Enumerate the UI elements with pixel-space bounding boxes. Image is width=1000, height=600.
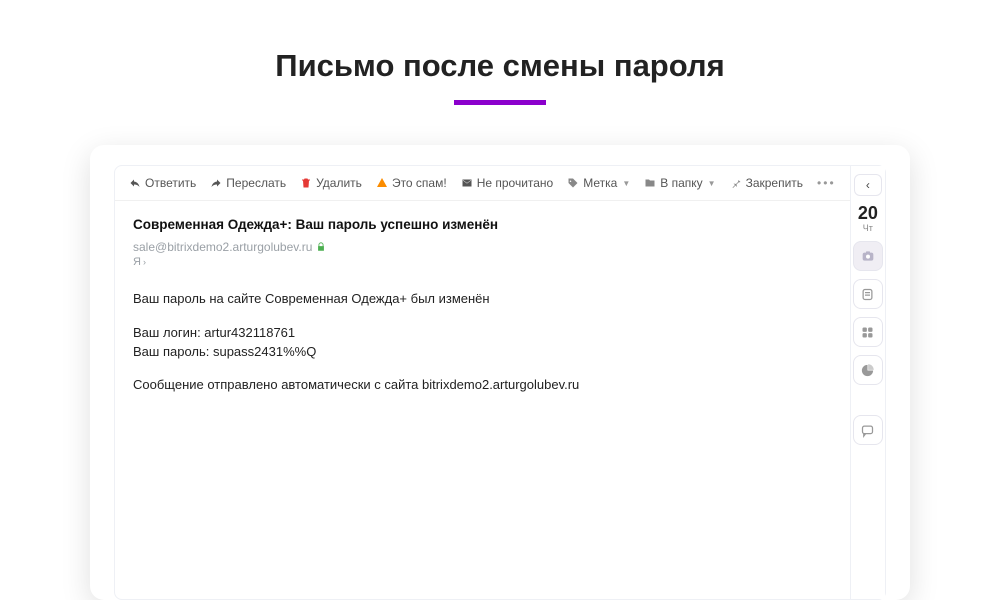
side-apps-button[interactable] [853,317,883,347]
spam-label: Это спам! [392,176,447,190]
body-footer: Сообщение отправлено автоматически с сай… [133,376,832,395]
chevron-left-icon: ‹ [866,178,870,192]
caret-icon: ▼ [622,179,630,188]
mail-body-text: Ваш пароль на сайте Современная Одежда+ … [133,290,832,395]
spam-button[interactable]: Это спам! [376,176,447,190]
delete-button[interactable]: Удалить [300,176,362,190]
screenshot-card: Ответить Переслать Удалить [90,145,910,600]
side-stats-button[interactable] [853,355,883,385]
pie-icon [860,363,875,378]
mail-window: Ответить Переслать Удалить [114,165,886,600]
caret-icon: ▼ [708,179,716,188]
body-password: Ваш пароль: supass2431%%Q [133,342,832,362]
more-button[interactable]: ••• [817,176,836,190]
body-intro: Ваш пароль на сайте Современная Одежда+ … [133,290,832,309]
right-sidebar: ‹ 20 Чт [850,166,885,599]
delete-label: Удалить [316,176,362,190]
unread-label: Не прочитано [477,176,554,190]
side-camera-button[interactable] [853,241,883,271]
mail-from: sale@bitrixdemo2.arturgolubev.ru [133,240,832,254]
lock-icon [316,242,326,252]
pin-icon [730,177,742,189]
camera-icon [860,248,876,264]
body-login: Ваш логин: artur432118761 [133,323,832,343]
collapse-button[interactable]: ‹ [854,174,882,196]
heading-underline [454,100,546,105]
forward-icon [210,177,222,189]
date-widget[interactable]: 20 Чт [858,204,878,233]
notes-icon [860,287,875,302]
label-button[interactable]: Метка ▼ [567,176,630,190]
mail-subject: Современная Одежда+: Ваш пароль успешно … [133,217,832,232]
move-label: В папку [660,176,702,190]
mail-to[interactable]: Я › [133,256,832,268]
date-day: Чт [858,224,878,233]
move-button[interactable]: В папку ▼ [644,176,715,190]
pin-button[interactable]: Закрепить [730,176,803,190]
page-title: Письмо после смены пароля [275,48,724,84]
side-notes-button[interactable] [853,279,883,309]
tag-icon [567,177,579,189]
chat-icon [860,423,875,438]
forward-button[interactable]: Переслать [210,176,286,190]
unread-button[interactable]: Не прочитано [461,176,554,190]
envelope-icon [461,177,473,189]
folder-icon [644,177,656,189]
pin-label: Закрепить [746,176,803,190]
forward-label: Переслать [226,176,286,190]
side-chat-button[interactable] [853,415,883,445]
reply-label: Ответить [145,176,196,190]
spam-icon [376,177,388,189]
mail-toolbar: Ответить Переслать Удалить [115,166,850,201]
reply-button[interactable]: Ответить [129,176,196,190]
trash-icon [300,177,312,189]
to-label: Я [133,256,141,268]
grid-icon [860,325,875,340]
date-number: 20 [858,204,878,222]
reply-icon [129,177,141,189]
label-label: Метка [583,176,617,190]
from-address: sale@bitrixdemo2.arturgolubev.ru [133,240,312,254]
chevron-right-icon: › [143,257,146,267]
